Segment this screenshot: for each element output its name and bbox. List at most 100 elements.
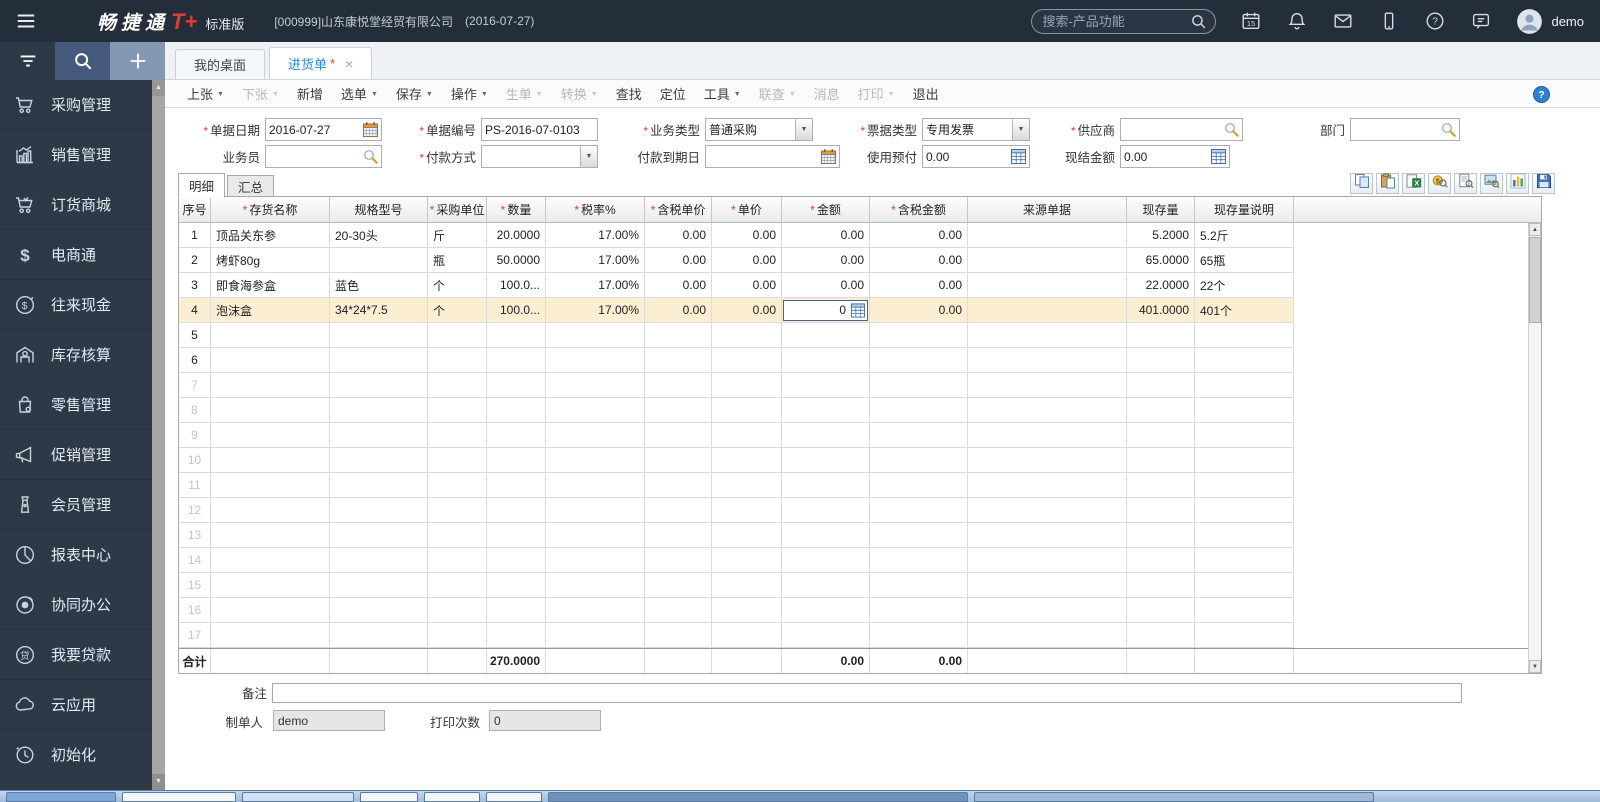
cell-item-name[interactable] xyxy=(211,523,330,548)
global-search[interactable] xyxy=(1031,8,1217,34)
user-menu[interactable]: demo xyxy=(1516,8,1584,35)
cell-spec[interactable] xyxy=(330,473,428,498)
cell-qty[interactable] xyxy=(487,573,546,598)
cell-amount-taxed[interactable]: 0.00 xyxy=(870,649,968,673)
tab-purchase-order[interactable]: 进货单 * × xyxy=(269,47,373,79)
cell-spec[interactable] xyxy=(330,649,428,673)
cell-source[interactable] xyxy=(968,373,1127,398)
cell-price[interactable] xyxy=(712,448,782,473)
toolbar-action-button[interactable]: 操作 ▼ xyxy=(442,81,497,106)
cell-stock-desc[interactable] xyxy=(1195,598,1294,623)
sidebar-item-cloud[interactable]: 云应用 xyxy=(0,680,152,730)
cell-item-name[interactable]: 即食海参盒 xyxy=(211,273,330,298)
cell-unit[interactable]: 个 xyxy=(428,273,487,298)
cell-price[interactable] xyxy=(712,348,782,373)
cell-price-taxed[interactable]: 0.00 xyxy=(645,298,712,323)
page-help-icon[interactable]: ? xyxy=(1533,86,1550,103)
cell-tax-rate[interactable]: 17.00% xyxy=(546,273,645,298)
biz-type-input[interactable]: ▼ xyxy=(705,118,813,141)
cell-source[interactable] xyxy=(968,649,1127,673)
cell-stock[interactable] xyxy=(1127,398,1195,423)
cell-tax-rate[interactable] xyxy=(546,323,645,348)
cell-item-name[interactable]: 顶品关东参 xyxy=(211,223,330,248)
cell-tax-rate[interactable] xyxy=(546,548,645,573)
cell-qty[interactable]: 270.0000 xyxy=(487,649,546,673)
prepaid-input[interactable] xyxy=(922,145,1030,168)
cell-seq[interactable]: 3 xyxy=(179,273,211,298)
cell-seq[interactable]: 1 xyxy=(179,223,211,248)
cell-stock-desc[interactable] xyxy=(1195,348,1294,373)
cell-price[interactable] xyxy=(712,598,782,623)
column-header-amount-taxed[interactable]: * 含税金额 xyxy=(870,197,968,222)
cell-unit[interactable] xyxy=(428,423,487,448)
bill-no-value[interactable] xyxy=(482,122,597,137)
cell-spec[interactable] xyxy=(330,623,428,648)
cell-unit[interactable] xyxy=(428,398,487,423)
cell-item-name[interactable] xyxy=(211,323,330,348)
cell-price-taxed[interactable] xyxy=(645,548,712,573)
search-icon[interactable] xyxy=(1190,13,1207,30)
cell-price[interactable]: 0.00 xyxy=(712,298,782,323)
cell-source[interactable] xyxy=(968,448,1127,473)
cell-qty[interactable] xyxy=(487,348,546,373)
grid-scrollbar[interactable]: ▲ ▼ xyxy=(1528,223,1541,673)
toolbar-prev-button[interactable]: 上张 ▼ xyxy=(178,81,233,106)
cell-price-taxed[interactable] xyxy=(645,473,712,498)
cell-amount[interactable] xyxy=(782,323,870,348)
column-header-seq[interactable]: 序号 xyxy=(179,197,211,222)
cell-source[interactable] xyxy=(968,423,1127,448)
cell-price[interactable] xyxy=(712,523,782,548)
cell-seq[interactable]: 8 xyxy=(179,398,211,423)
cell-amount-taxed[interactable] xyxy=(870,348,968,373)
cell-item-name[interactable] xyxy=(211,423,330,448)
cell-item-name[interactable] xyxy=(211,649,330,673)
cell-seq[interactable]: 7 xyxy=(179,373,211,398)
cell-stock-desc[interactable] xyxy=(1195,423,1294,448)
cell-price[interactable] xyxy=(712,323,782,348)
cell-source[interactable] xyxy=(968,248,1127,273)
cell-stock-desc[interactable] xyxy=(1195,373,1294,398)
cell-amount-taxed[interactable] xyxy=(870,373,968,398)
toolbar-find-button[interactable]: 查找 xyxy=(607,81,651,106)
cell-spec[interactable] xyxy=(330,573,428,598)
salesman-input[interactable] xyxy=(265,145,382,168)
cell-qty[interactable]: 20.0000 xyxy=(487,223,546,248)
cell-price-taxed[interactable] xyxy=(645,423,712,448)
scroll-up-icon[interactable]: ▲ xyxy=(152,80,165,96)
cell-unit[interactable] xyxy=(428,623,487,648)
pic-preview-button[interactable] xyxy=(1480,173,1503,194)
pay-method-input[interactable]: ▼ xyxy=(481,145,598,168)
column-header-item-name[interactable]: * 存货名称 xyxy=(211,197,330,222)
column-header-amount[interactable]: * 金额 xyxy=(782,197,870,222)
cell-seq[interactable]: 13 xyxy=(179,523,211,548)
cell-stock[interactable]: 5.2000 xyxy=(1127,223,1195,248)
bill-date-input[interactable] xyxy=(265,118,382,141)
cell-amount[interactable]: 0.00 xyxy=(782,223,870,248)
remark-input[interactable] xyxy=(272,682,1462,703)
sidebar-add-icon[interactable] xyxy=(110,42,165,80)
cell-source[interactable] xyxy=(968,323,1127,348)
sidebar-item-mall[interactable]: 订货商城 xyxy=(0,180,152,230)
mobile-icon[interactable] xyxy=(1378,10,1400,32)
cell-amount-taxed[interactable] xyxy=(870,623,968,648)
save-button[interactable] xyxy=(1532,173,1555,194)
cell-amount[interactable] xyxy=(782,398,870,423)
toolbar-save-button[interactable]: 保存 ▼ xyxy=(387,81,442,106)
cell-amount-taxed[interactable]: 0.00 xyxy=(870,223,968,248)
cell-stock[interactable] xyxy=(1127,498,1195,523)
cell-seq[interactable]: 12 xyxy=(179,498,211,523)
column-header-source[interactable]: 来源单据 xyxy=(968,197,1127,222)
cell-qty[interactable] xyxy=(487,373,546,398)
cell-stock-desc[interactable] xyxy=(1195,548,1294,573)
taskbar-window-button[interactable] xyxy=(424,792,480,802)
cell-price[interactable] xyxy=(712,498,782,523)
cell-amount[interactable] xyxy=(782,348,870,373)
cell-stock-desc[interactable]: 401个 xyxy=(1195,298,1294,323)
grid-scroll-down-icon[interactable]: ▼ xyxy=(1529,660,1541,673)
salesman-value[interactable] xyxy=(266,149,362,164)
taskbar-window-button[interactable] xyxy=(242,792,354,802)
cell-source[interactable] xyxy=(968,498,1127,523)
cell-spec[interactable] xyxy=(330,373,428,398)
cell-item-name[interactable]: 泡沫盒 xyxy=(211,298,330,323)
cell-price[interactable] xyxy=(712,573,782,598)
